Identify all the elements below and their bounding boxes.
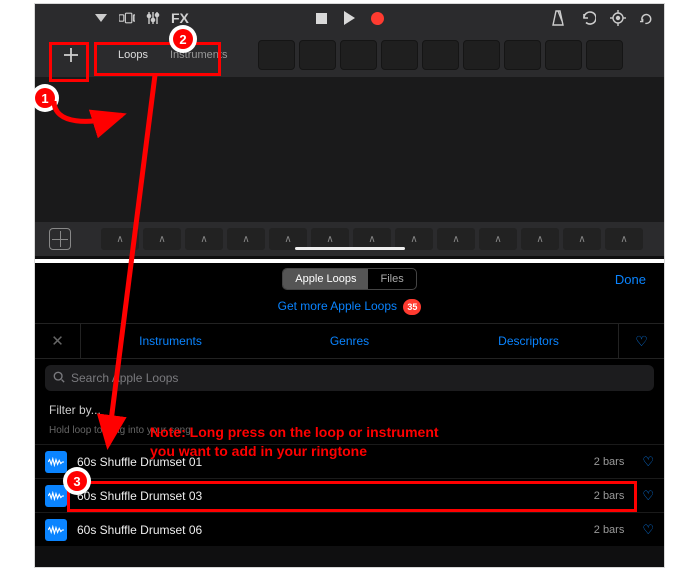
get-more-badge: 35 bbox=[403, 299, 421, 315]
tab-instruments[interactable]: Instruments bbox=[159, 44, 238, 66]
loop-bars: 2 bars bbox=[594, 456, 625, 468]
column-trigger[interactable]: ∧ bbox=[101, 228, 139, 250]
view-grid-icon[interactable] bbox=[119, 10, 135, 26]
loop-bars: 2 bars bbox=[594, 490, 625, 502]
sliders-icon[interactable] bbox=[145, 10, 161, 26]
undo-icon[interactable] bbox=[580, 10, 596, 26]
track-cell[interactable] bbox=[504, 40, 541, 70]
filter-by-label[interactable]: Filter by... bbox=[35, 397, 664, 423]
column-trigger[interactable]: ∧ bbox=[605, 228, 643, 250]
loop-browser-icon[interactable] bbox=[640, 10, 656, 26]
track-cell[interactable] bbox=[299, 40, 336, 70]
filter-instruments[interactable]: Instruments bbox=[81, 334, 260, 348]
add-track-button[interactable] bbox=[53, 40, 89, 70]
track-grid[interactable] bbox=[35, 77, 664, 222]
track-cell[interactable] bbox=[258, 40, 295, 70]
stop-button[interactable] bbox=[314, 10, 330, 26]
column-trigger[interactable]: ∧ bbox=[185, 228, 223, 250]
loop-bars: 2 bars bbox=[594, 524, 625, 536]
loop-name: 60s Shuffle Drumset 03 bbox=[77, 489, 584, 503]
filter-genres[interactable]: Genres bbox=[260, 334, 439, 348]
track-cell[interactable] bbox=[381, 40, 418, 70]
chevron-down-icon[interactable] bbox=[93, 10, 109, 26]
waveform-icon bbox=[45, 451, 67, 473]
track-cell[interactable] bbox=[422, 40, 459, 70]
get-more-loops-label: Get more Apple Loops bbox=[278, 299, 397, 313]
track-cell[interactable] bbox=[463, 40, 500, 70]
column-trigger[interactable]: ∧ bbox=[521, 228, 559, 250]
loop-row[interactable]: 60s Shuffle Drumset 06 2 bars ♡ bbox=[35, 512, 664, 546]
done-button[interactable]: Done bbox=[615, 272, 646, 287]
fx-button[interactable]: FX bbox=[171, 10, 189, 26]
close-filters-icon[interactable]: ✕ bbox=[35, 324, 81, 358]
loop-name: 60s Shuffle Drumset 01 bbox=[77, 455, 584, 469]
loop-row[interactable]: 60s Shuffle Drumset 01 2 bars ♡ bbox=[35, 444, 664, 478]
track-cell[interactable] bbox=[545, 40, 582, 70]
play-button[interactable] bbox=[342, 10, 358, 26]
track-cell[interactable] bbox=[340, 40, 377, 70]
column-trigger[interactable]: ∧ bbox=[227, 228, 265, 250]
settings-icon[interactable] bbox=[610, 10, 626, 26]
column-trigger[interactable]: ∧ bbox=[479, 228, 517, 250]
loop-name: 60s Shuffle Drumset 06 bbox=[77, 523, 584, 537]
tab-apple-loops[interactable]: Apple Loops bbox=[283, 269, 368, 289]
get-more-loops-link[interactable]: Get more Apple Loops 35 bbox=[35, 295, 664, 323]
filter-descriptors[interactable]: Descriptors bbox=[439, 334, 618, 348]
tab-loops[interactable]: Loops bbox=[107, 44, 159, 66]
loop-row[interactable]: 60s Shuffle Drumset 03 2 bars ♡ bbox=[35, 478, 664, 512]
search-input[interactable]: Search Apple Loops bbox=[45, 365, 654, 391]
track-cell[interactable] bbox=[586, 40, 623, 70]
column-trigger[interactable]: ∧ bbox=[437, 228, 475, 250]
drag-hint: Hold loop to drag into your song. bbox=[35, 423, 664, 444]
tab-files[interactable]: Files bbox=[368, 269, 415, 289]
favorite-icon[interactable]: ♡ bbox=[642, 522, 654, 538]
favorite-icon[interactable]: ♡ bbox=[642, 488, 654, 504]
home-indicator bbox=[295, 247, 405, 250]
record-button[interactable] bbox=[370, 10, 386, 26]
column-trigger[interactable]: ∧ bbox=[563, 228, 601, 250]
search-icon bbox=[53, 371, 65, 386]
column-trigger[interactable]: ∧ bbox=[143, 228, 181, 250]
favorites-filter-icon[interactable]: ♡ bbox=[618, 324, 664, 358]
waveform-icon bbox=[45, 519, 67, 541]
metronome-icon[interactable] bbox=[550, 10, 566, 26]
grid-view-icon[interactable] bbox=[49, 228, 71, 250]
waveform-icon bbox=[45, 485, 67, 507]
favorite-icon[interactable]: ♡ bbox=[642, 454, 654, 470]
search-placeholder: Search Apple Loops bbox=[71, 371, 178, 385]
